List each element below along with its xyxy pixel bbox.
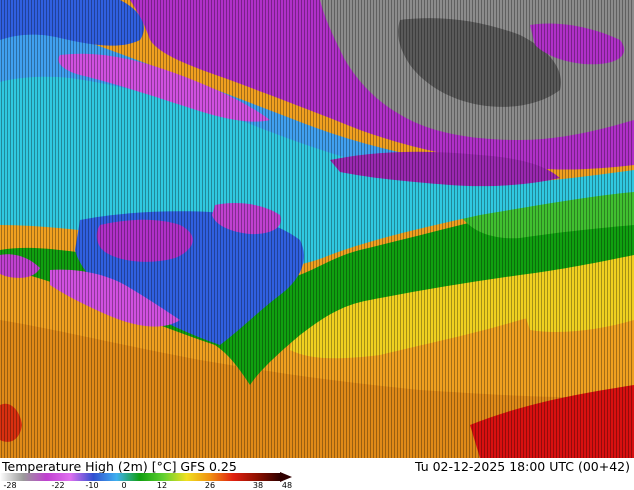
legend-gradient-bar xyxy=(0,473,280,481)
legend-tick: -22 xyxy=(51,481,65,490)
temperature-map xyxy=(0,0,634,458)
station-value-hatching xyxy=(0,0,634,458)
legend-tick: 0 xyxy=(121,481,127,490)
legend-tick: 12 xyxy=(156,481,168,490)
map-canvas xyxy=(0,0,634,458)
legend-tick: 48 xyxy=(281,481,293,490)
legend-tick: -10 xyxy=(85,481,99,490)
legend-tick: -28 xyxy=(3,481,17,490)
legend-tick: 26 xyxy=(204,481,216,490)
color-legend-bar xyxy=(0,472,292,482)
map-timestamp: Tu 02-12-2025 18:00 UTC (00+42) xyxy=(414,459,630,474)
legend-tick: 38 xyxy=(252,481,264,490)
